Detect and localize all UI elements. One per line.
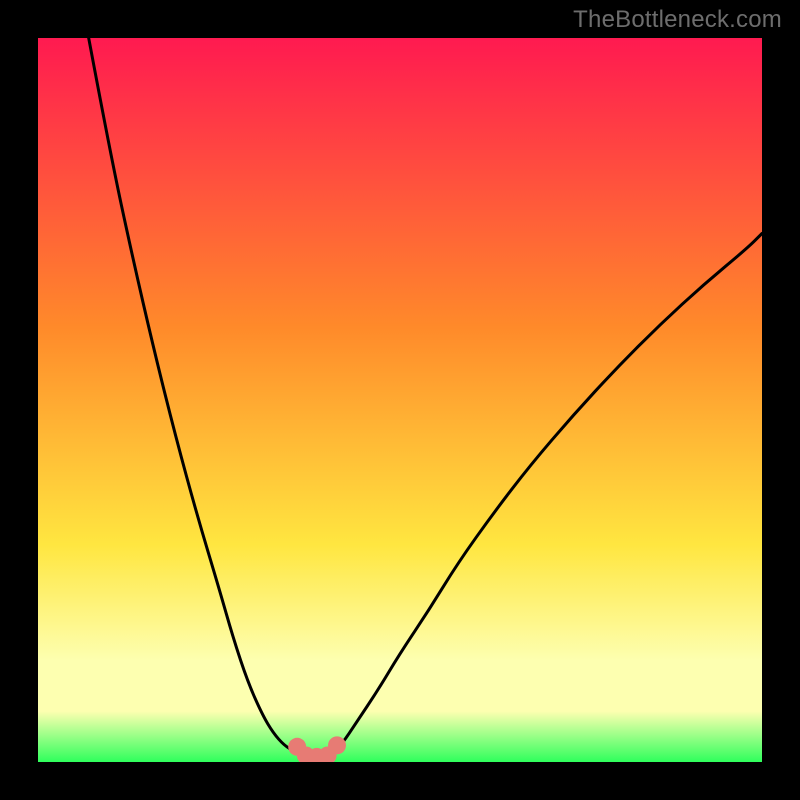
bottleneck-curve-chart	[38, 38, 762, 762]
watermark-text: TheBottleneck.com	[573, 6, 782, 34]
trough-marker	[328, 736, 346, 754]
plot-area	[38, 38, 762, 762]
chart-frame: TheBottleneck.com	[0, 0, 800, 800]
